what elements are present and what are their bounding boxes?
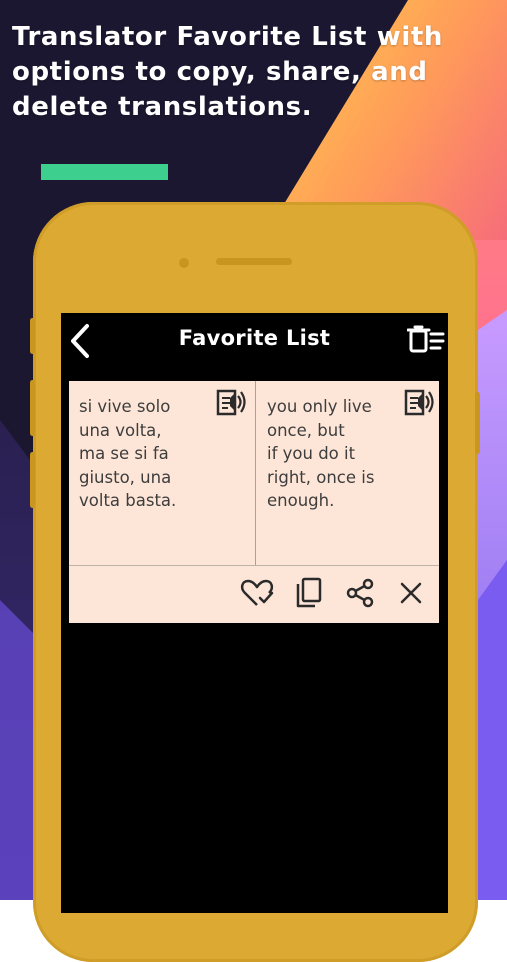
- speaker-document-icon[interactable]: [215, 386, 249, 418]
- actions-divider: [69, 565, 439, 566]
- trash-list-icon[interactable]: [407, 322, 445, 358]
- phone-side-button: [30, 318, 35, 354]
- card-actions: [239, 573, 429, 613]
- share-icon[interactable]: [342, 575, 378, 611]
- target-text: you only live once, but if you do it rig…: [267, 397, 375, 510]
- speaker-document-icon[interactable]: [403, 386, 437, 418]
- app-screen: Favorite List si vive solo una volta, ma…: [61, 313, 448, 913]
- close-icon[interactable]: [393, 575, 429, 611]
- phone-side-button: [30, 380, 35, 436]
- favorite-card: si vive solo una volta, ma se si fa gius…: [69, 381, 439, 623]
- accent-bar: [41, 164, 168, 180]
- page-title: Favorite List: [178, 326, 331, 350]
- phone-side-button: [475, 392, 480, 454]
- source-text: si vive solo una volta, ma se si fa gius…: [79, 397, 177, 510]
- copy-icon[interactable]: [290, 575, 326, 611]
- app-bar: Favorite List: [61, 313, 448, 369]
- promo-headline: Translator Favorite List with options to…: [12, 22, 444, 122]
- phone-side-button: [30, 452, 35, 508]
- front-camera: [179, 258, 189, 268]
- column-divider: [255, 381, 256, 565]
- heart-check-icon[interactable]: [239, 575, 275, 611]
- earpiece-speaker: [216, 258, 292, 265]
